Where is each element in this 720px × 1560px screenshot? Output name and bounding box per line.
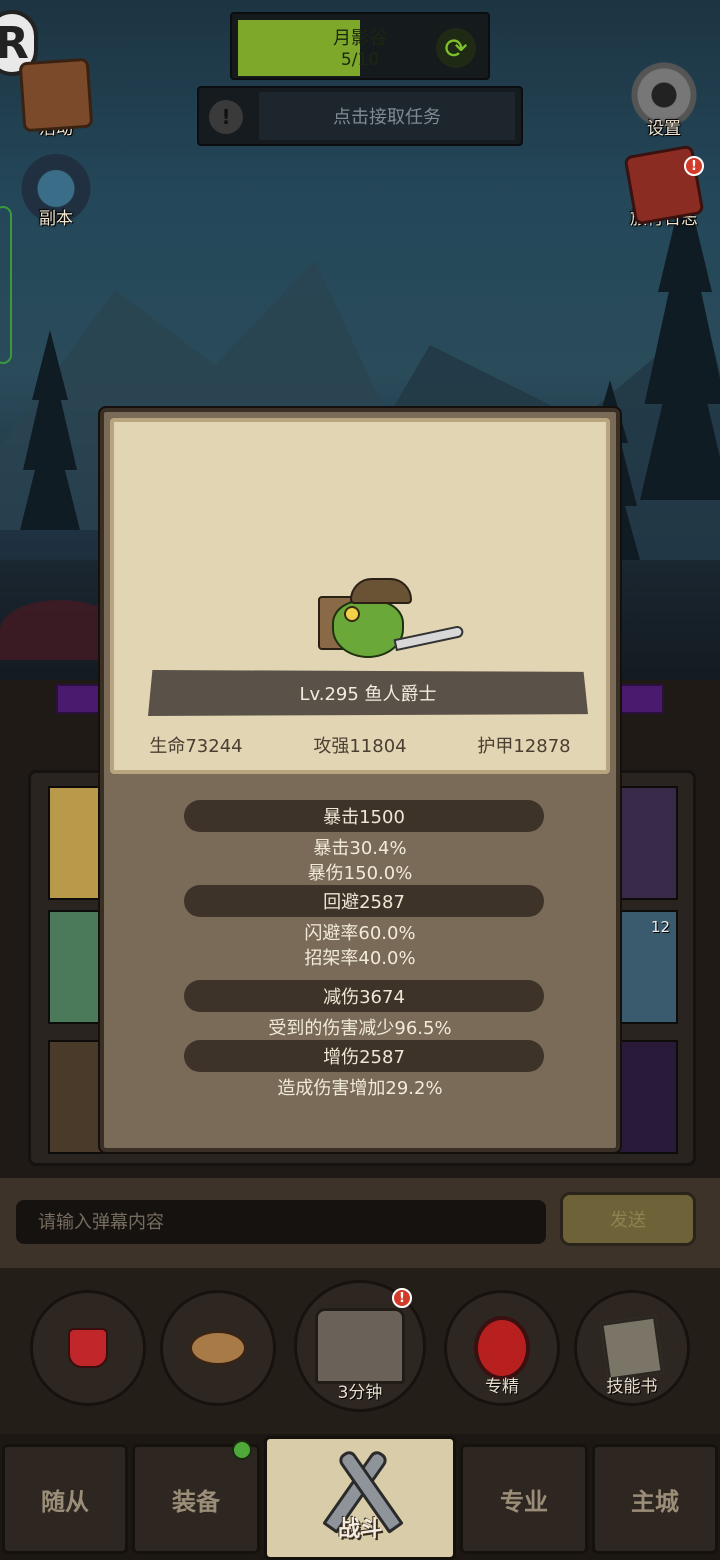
item-count-badge: 12 — [650, 918, 670, 936]
damage-taken-reduction: 受到的伤害减少96.5% — [268, 1018, 452, 1039]
monster-armor: 护甲12878 — [477, 736, 571, 757]
specialization-button[interactable]: 专精 — [444, 1290, 560, 1406]
monster-name-bar: Lv.295 鱼人爵士 — [148, 670, 588, 716]
damage-dealt-increase: 造成伤害增加29.2% — [277, 1078, 443, 1099]
monster-base-stats: 生命73244 攻强11804 护甲12878 — [114, 732, 606, 758]
exclamation-icon: ! — [209, 100, 243, 134]
inventory-slot[interactable]: 12 — [612, 910, 678, 1024]
specialization-label: 专精 — [485, 1377, 519, 1397]
crit-damage: 暴伤150.0% — [307, 863, 413, 884]
skill-book-label: 技能书 — [606, 1377, 658, 1397]
monster-hp: 生命73244 — [149, 736, 243, 757]
bread-icon — [190, 1331, 246, 1365]
tab-profession-label: 专业 — [500, 1487, 548, 1516]
monster-info-modal: Lv.295 鱼人爵士 生命73244 攻强11804 护甲12878 暴击15… — [100, 408, 620, 1152]
tab-followers[interactable]: 随从 — [2, 1444, 128, 1554]
inventory-slot[interactable] — [612, 1040, 678, 1154]
specialization-icon — [474, 1316, 530, 1380]
chest-icon — [315, 1308, 405, 1384]
refresh-icon[interactable]: ⟳ — [436, 28, 476, 68]
quest-bar[interactable]: ! 点击接取任务 — [197, 86, 523, 146]
dodge-rate: 闪避率60.0% — [304, 923, 416, 944]
tab-equipment[interactable]: 装备 — [132, 1444, 260, 1554]
dungeon-label: 副本 — [39, 209, 73, 229]
activity-button[interactable]: 活动 — [8, 57, 104, 156]
tab-battle-label: 战斗 — [337, 1517, 382, 1542]
damage-reduction-header: 减伤3674 — [184, 980, 544, 1012]
tab-battle[interactable]: 战斗 — [264, 1436, 456, 1560]
settings-label: 设置 — [647, 119, 681, 139]
dungeon-button[interactable]: 副本 — [8, 150, 104, 246]
monster-name: Lv.295 鱼人爵士 — [299, 684, 437, 705]
tab-followers-label: 随从 — [41, 1487, 89, 1516]
skill-book-icon — [600, 1315, 664, 1381]
inventory-slot[interactable] — [612, 786, 678, 900]
chest-timer: 3分钟 — [337, 1383, 383, 1403]
crit-rate: 暴击30.4% — [313, 838, 407, 859]
fishman-knight-sprite — [314, 572, 465, 672]
potion-button[interactable] — [30, 1290, 146, 1406]
evasion-header: 回避2587 — [184, 885, 544, 917]
settings-button[interactable]: 设置 — [616, 60, 712, 156]
travel-log-alert-badge: ! — [684, 156, 704, 176]
monster-portrait-card: Lv.295 鱼人爵士 生命73244 攻强11804 护甲12878 — [110, 418, 610, 774]
accept-quest-label: 点击接取任务 — [259, 92, 515, 140]
tab-main-city[interactable]: 主城 — [592, 1444, 718, 1554]
skill-book-button[interactable]: 技能书 — [574, 1290, 690, 1406]
equipment-green-dot — [232, 1440, 252, 1460]
monster-attack: 攻强11804 — [313, 736, 407, 757]
tab-profession[interactable]: 专业 — [460, 1444, 588, 1554]
damage-increase-header: 增伤2587 — [184, 1040, 544, 1072]
parry-rate: 招架率40.0% — [304, 948, 416, 969]
travel-log-button[interactable]: 旅行日志 ! — [616, 144, 712, 246]
tab-equipment-label: 装备 — [172, 1487, 220, 1516]
potion-icon — [68, 1328, 108, 1368]
food-button[interactable] — [160, 1290, 276, 1406]
tab-main-city-label: 主城 — [631, 1487, 679, 1516]
scroll-icon — [18, 57, 94, 133]
chest-alert-badge: ! — [392, 1288, 412, 1308]
danmaku-input[interactable] — [16, 1200, 546, 1244]
crit-header: 暴击1500 — [184, 800, 544, 832]
send-button[interactable]: 发送 — [560, 1192, 696, 1246]
zone-progress-panel: 月影谷 5/10 ⟳ — [230, 12, 490, 80]
